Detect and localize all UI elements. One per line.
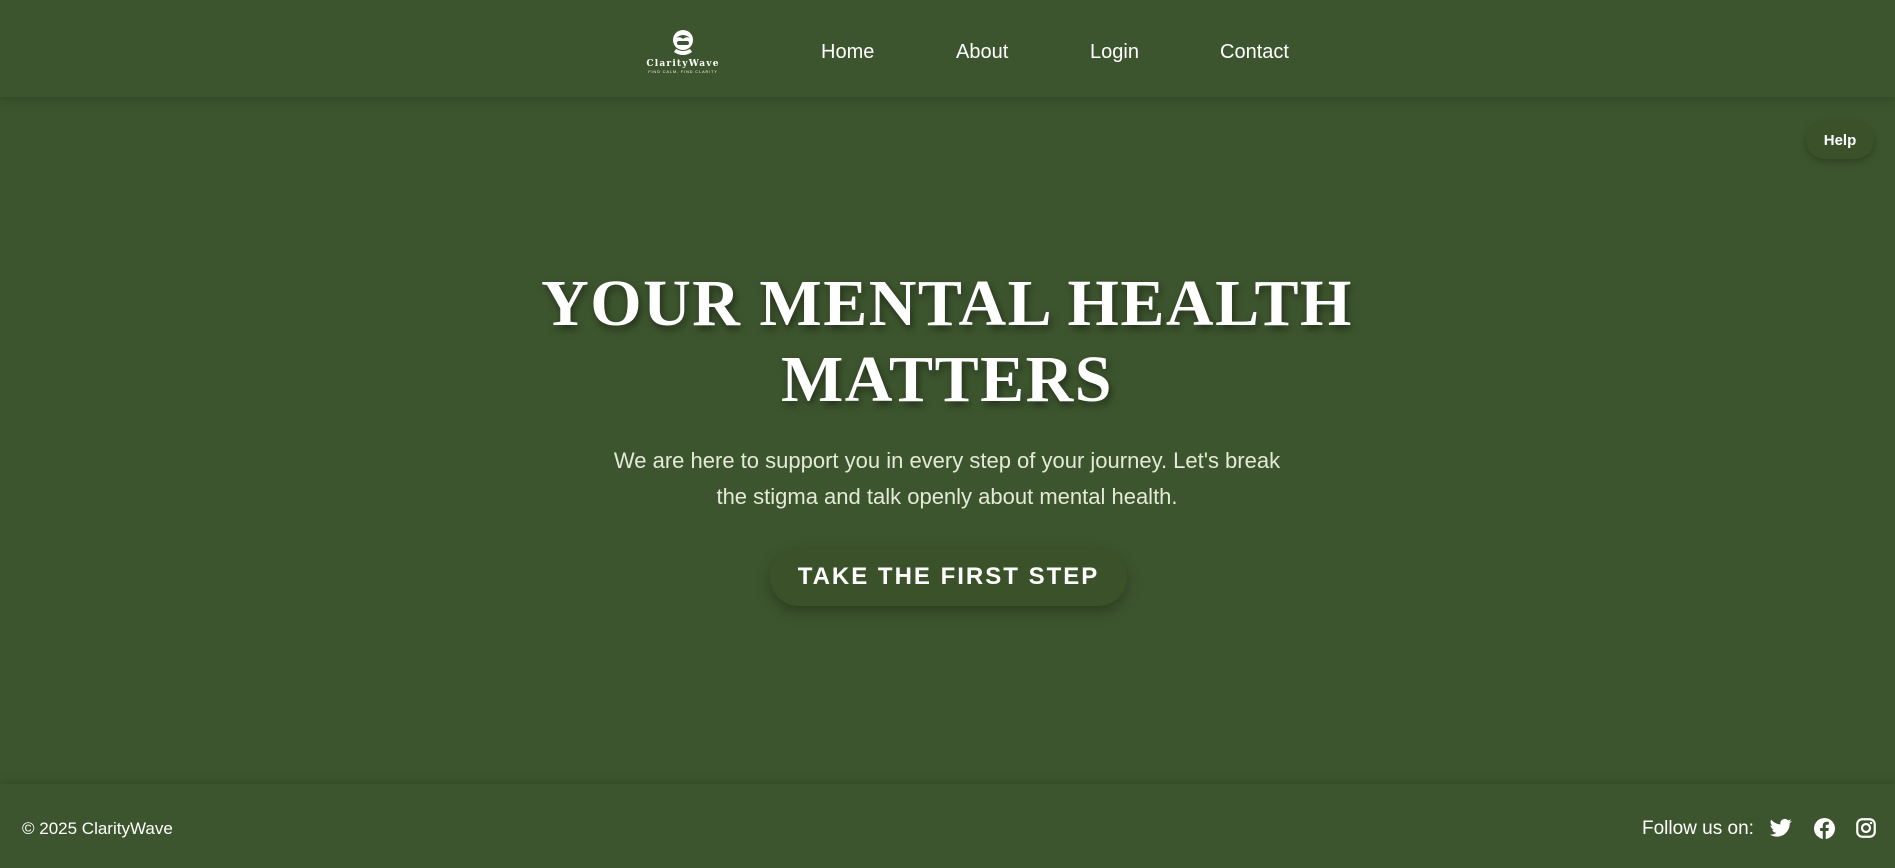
logo-tagline: FIND CALM, FIND CLARITY [648,69,718,74]
site-header: ClarityWave FIND CALM, FIND CLARITY Home… [0,0,1895,97]
hero-title: YOUR MENTAL HEALTH MATTERS [541,267,1353,416]
copyright: © 2025 ClarityWave [22,819,173,838]
nav-home[interactable]: Home [821,41,874,64]
nav-about[interactable]: About [956,41,1008,64]
take-first-step-button[interactable]: TAKE THE FIRST STEP [770,548,1127,606]
logo-name: ClarityWave [646,59,720,69]
follow-label: Follow us on: [1642,818,1754,839]
page: ClarityWave FIND CALM, FIND CLARITY Home… [0,0,1895,868]
site-footer: © 2025 ClarityWave Follow us on: [0,784,1895,868]
instagram-icon[interactable] [1855,817,1877,839]
facebook-icon[interactable] [1813,817,1835,839]
nav-contact[interactable]: Contact [1220,41,1289,64]
hero-subtitle: We are here to support you in every step… [613,448,1281,509]
nav-login[interactable]: Login [1090,41,1139,64]
logo[interactable]: ClarityWave FIND CALM, FIND CLARITY [643,28,723,76]
twitter-icon[interactable] [1770,817,1792,839]
help-button[interactable]: Help [1806,121,1874,159]
logo-mark-icon [673,30,693,55]
